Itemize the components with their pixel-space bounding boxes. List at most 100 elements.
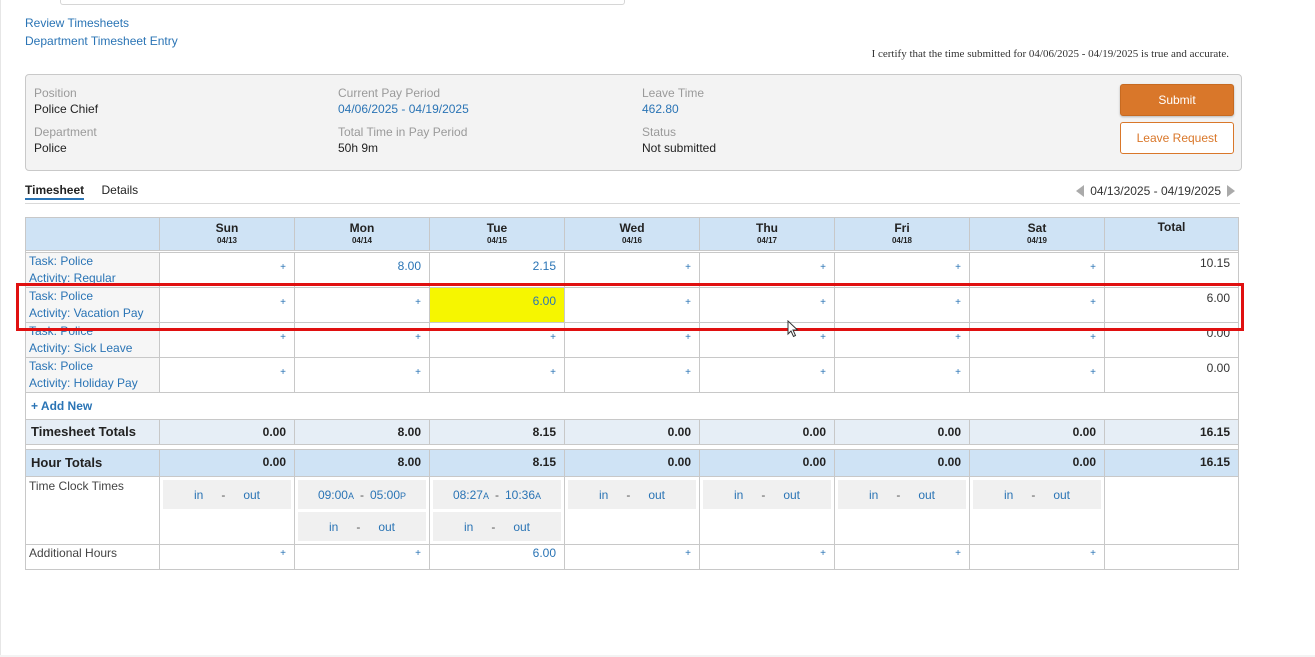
entry-cell[interactable]: +	[564, 322, 700, 358]
timesheet-total-cell: 0.00	[969, 419, 1105, 445]
total-time-value: 50h 9m	[338, 141, 379, 155]
entry-cell[interactable]: +	[969, 322, 1105, 358]
info-col-period: Current Pay Period 04/06/2025 - 04/19/20…	[338, 86, 469, 164]
additional-cell[interactable]: +	[564, 544, 700, 570]
additional-cell[interactable]: +	[699, 544, 835, 570]
entry-cell[interactable]: +	[834, 357, 970, 393]
add-new-link[interactable]: + Add New	[25, 392, 1239, 420]
row-total: 10.15	[1104, 252, 1239, 288]
timesheet-total-cell: 0.00	[699, 419, 835, 445]
entry-cell[interactable]: +	[294, 287, 430, 323]
prev-week-icon[interactable]	[1076, 185, 1085, 197]
tab-timesheet[interactable]: Timesheet	[25, 183, 85, 200]
timesheet-total-cell: 0.00	[564, 419, 700, 445]
entry-cell[interactable]: +	[429, 357, 565, 393]
additional-cell[interactable]: +	[294, 544, 430, 570]
entry-cell[interactable]: +	[834, 322, 970, 358]
leave-time-value[interactable]: 462.80	[642, 100, 716, 118]
timesheet-grid: Sun 04/13 Mon 04/14 Tue 04/15 Wed 04/16 Thu 0…	[25, 217, 1239, 570]
employee-info-panel: Position Police Chief Department Police …	[25, 74, 1242, 171]
entry-cell[interactable]: +	[969, 252, 1105, 288]
clock-pair[interactable]: in - out	[568, 480, 696, 509]
row-total: 6.00	[1104, 287, 1239, 323]
additional-cell[interactable]: +	[159, 544, 295, 570]
entry-cell[interactable]: +	[834, 252, 970, 288]
entry-cell[interactable]: +	[699, 322, 835, 358]
clock-pair[interactable]: 08:27A -10:36A	[433, 480, 561, 509]
page-edge	[0, 0, 1, 657]
divider	[25, 203, 1240, 204]
clock-pair[interactable]: in - out	[163, 480, 291, 509]
entry-row-sick: Task: Police Activity: Sick Leave + + + +…	[25, 322, 1239, 358]
entry-cell[interactable]: +	[294, 357, 430, 393]
hour-totals-label: Hour Totals	[25, 449, 160, 477]
entry-cell[interactable]: +	[429, 322, 565, 358]
time-clock-cell-sun: in - out	[159, 476, 295, 545]
entry-cell[interactable]: +	[969, 287, 1105, 323]
header-sat: Sat 04/19	[969, 217, 1105, 251]
hour-total-cell: 8.15	[429, 449, 565, 477]
department-timesheet-entry-link[interactable]: Department Timesheet Entry	[25, 32, 178, 50]
add-new-row: + Add New	[25, 392, 1239, 420]
task-cell[interactable]: Task: Police Activity: Sick Leave	[25, 322, 160, 358]
tab-details[interactable]: Details	[101, 183, 138, 198]
time-clock-row: Time Clock Times in - out 09:00A -05:00P in…	[25, 476, 1239, 545]
view-tabs: Timesheet Details	[25, 183, 152, 200]
position-value: Police Chief	[34, 102, 99, 116]
additional-hours-label: Additional Hours	[25, 544, 160, 570]
pay-period-value[interactable]: 04/06/2025 - 04/19/2025	[338, 100, 469, 118]
additional-cell[interactable]: 6.00	[429, 544, 565, 570]
week-range: 04/13/2025 - 04/19/2025	[1090, 184, 1221, 198]
week-navigator: 04/13/2025 - 04/19/2025	[1076, 184, 1235, 198]
entry-cell[interactable]: +	[969, 357, 1105, 393]
entry-cell[interactable]: 8.00	[294, 252, 430, 288]
submit-button[interactable]: Submit	[1120, 84, 1234, 116]
department-value: Police	[34, 141, 67, 155]
entry-row-vacation: Task: Police Activity: Vacation Pay + + 6…	[25, 287, 1239, 323]
additional-cell[interactable]: +	[834, 544, 970, 570]
info-col-position: Position Police Chief Department Police	[34, 86, 98, 164]
entry-cell[interactable]: +	[159, 357, 295, 393]
entry-cell[interactable]: +	[699, 357, 835, 393]
clock-pair[interactable]: in - out	[703, 480, 831, 509]
task-cell[interactable]: Task: Police Activity: Regular	[25, 252, 160, 288]
task-cell[interactable]: Task: Police Activity: Holiday Pay	[25, 357, 160, 393]
entry-cell[interactable]: +	[564, 357, 700, 393]
entry-cell[interactable]: +	[699, 287, 835, 323]
header-mon: Mon 04/14	[294, 217, 430, 251]
entry-cell[interactable]: +	[159, 287, 295, 323]
mouse-cursor-icon	[787, 320, 799, 338]
leave-request-button[interactable]: Leave Request	[1120, 122, 1234, 154]
review-timesheets-link[interactable]: Review Timesheets	[25, 14, 178, 32]
header-thu: Thu 04/17	[699, 217, 835, 251]
task-cell[interactable]: Task: Police Activity: Vacation Pay	[25, 287, 160, 323]
entry-cell[interactable]: +	[159, 322, 295, 358]
entry-cell[interactable]: +	[564, 287, 700, 323]
entry-row-regular: Task: Police Activity: Regular + 8.00 2.1…	[25, 252, 1239, 288]
additional-cell[interactable]: +	[969, 544, 1105, 570]
entry-cell[interactable]: +	[564, 252, 700, 288]
clock-pair[interactable]: in - out	[973, 480, 1101, 509]
clock-pair[interactable]: in - out	[433, 512, 561, 541]
timesheet-total-cell: 0.00	[159, 419, 295, 445]
entry-cell-highlighted[interactable]: 6.00	[429, 287, 565, 323]
leave-time-label: Leave Time	[642, 86, 705, 100]
header-tue: Tue 04/15	[429, 217, 565, 251]
department-label: Department	[34, 125, 97, 139]
entry-cell[interactable]: +	[699, 252, 835, 288]
nav-links: Review Timesheets Department Timesheet E…	[25, 14, 178, 50]
clock-pair[interactable]: in - out	[298, 512, 426, 541]
clock-pair[interactable]: in - out	[838, 480, 966, 509]
entry-cell[interactable]: +	[294, 322, 430, 358]
hour-total-cell: 0.00	[969, 449, 1105, 477]
entry-cell[interactable]: 2.15	[429, 252, 565, 288]
entry-cell[interactable]: +	[159, 252, 295, 288]
entry-row-holiday: Task: Police Activity: Holiday Pay + + + …	[25, 357, 1239, 393]
pay-period-label: Current Pay Period	[338, 86, 441, 100]
clock-pair[interactable]: 09:00A -05:00P	[298, 480, 426, 509]
next-week-icon[interactable]	[1227, 185, 1235, 197]
hour-total-cell: 0.00	[699, 449, 835, 477]
status-value: Not submitted	[642, 141, 717, 155]
entry-cell[interactable]: +	[834, 287, 970, 323]
header-task	[25, 217, 160, 251]
